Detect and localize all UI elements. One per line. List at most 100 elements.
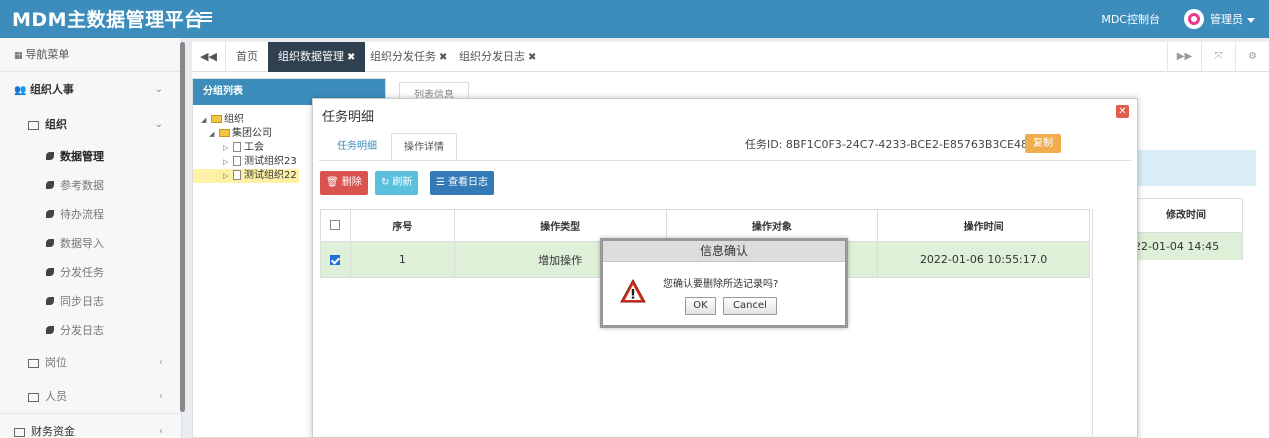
select-all-header [320,209,351,242]
sidebar-sub-org[interactable]: 组织 ⌄ [0,107,181,142]
folder-icon [28,392,39,402]
view-log-button[interactable]: ☰ 查看日志 [430,171,494,195]
refresh-icon: ↻ [381,177,390,188]
chevron-down-icon: ⌄ [154,119,163,130]
col-seq: 序号 [349,209,455,242]
ok-button[interactable]: OK [685,297,716,315]
sidebar-group-finance-label: 财务资金 [31,425,75,438]
grid-icon: ▦ [14,51,26,61]
user-menu[interactable]: 管理员 [1210,11,1255,27]
tree-node-label: 工会 [244,142,264,153]
tab-home-label: 首页 [236,50,258,63]
delete-label: 删除 [341,177,362,188]
folder-icon [211,115,222,123]
sidebar-group-org[interactable]: 👥 组织人事 ⌄ [0,72,181,107]
close-icon[interactable]: ✖ [347,52,355,63]
folder-icon [28,120,39,130]
tree-node-company[interactable]: ◢ 集团公司 [201,127,299,141]
close-icon[interactable]: ✖ [439,52,447,63]
users-icon: 👥 [14,85,30,96]
tab-org-dist-log[interactable]: 组织分发日志 ✖ [449,42,546,72]
tabs-scroll-right-icon[interactable]: ▶▶ [1167,42,1201,72]
fullscreen-icon[interactable]: ⤧ [1201,42,1235,72]
leaf-icon [46,268,54,276]
leaf-icon [46,210,54,218]
tab-label: 组织数据管理 [278,50,344,63]
tab-op-detail[interactable]: 操作详情 [391,133,457,161]
sidebar-item-label: 数据导入 [60,237,104,250]
info-bar [1132,150,1256,186]
sidebar-sub-people[interactable]: 人员 ‹ [0,380,181,413]
close-icon[interactable]: ✕ [1116,105,1129,118]
tab-bar: ◀◀ 首页 组织数据管理 ✖ 组织分发任务 ✖ 组织分发日志 ✖ ▶▶ ⤧ ⚙ [192,42,1269,72]
leaf-icon [46,326,54,334]
tree-node-c2[interactable]: ▷ 测试组织23 [201,155,299,169]
cancel-button[interactable]: Cancel [723,297,777,315]
tree-node-c1[interactable]: ▷ 工会 [201,141,299,155]
menu-toggle-icon[interactable] [200,12,212,24]
tree-node-label: 测试组织22 [244,170,297,181]
sidebar-item-dist-task[interactable]: 分发任务 [0,258,181,287]
sidebar-sub-position[interactable]: 岗位 ‹ [0,345,181,380]
app-title: MDM主数据管理平台 [12,9,204,31]
tab-divider [319,160,1131,161]
file-icon [233,170,241,180]
leaf-icon [46,152,54,160]
warning-icon [620,279,646,303]
leaf-icon [46,297,54,305]
copy-button[interactable]: 复制 [1025,134,1061,153]
caret-right-icon: ▷ [223,172,229,180]
cell-modified: 22-01-04 14:45 [1130,233,1242,260]
sidebar-item-label: 待办流程 [60,208,104,221]
select-all-checkbox[interactable] [330,220,341,230]
col-op-target: 操作对象 [665,209,879,242]
user-name: 管理员 [1210,13,1243,26]
refresh-button[interactable]: ↻ 刷新 [375,171,419,195]
table-scrollbar[interactable] [1092,209,1102,438]
sidebar-item-reference[interactable]: 参考数据 [0,171,181,200]
background-table: 修改时间 22-01-04 14:45 [1129,198,1243,260]
view-log-label: 查看日志 [447,177,488,188]
sidebar-item-dist-log[interactable]: 分发日志 [0,316,181,345]
caret-down-icon [1247,17,1255,23]
sidebar-item-sync-log[interactable]: 同步日志 [0,287,181,316]
mdc-console-link[interactable]: MDC控制台 [1101,11,1160,27]
confirm-dialog: 信息确认 您确认要删除所选记录吗? OK Cancel [600,238,848,328]
folder-icon [219,129,230,137]
tab-org-data[interactable]: 组织数据管理 ✖ [268,42,366,72]
confirm-title: 信息确认 [603,241,845,262]
modal-title: 任务明细 [322,110,375,125]
user-avatar-icon[interactable] [1184,9,1204,29]
row-checkbox[interactable] [330,255,341,265]
sidebar-scrollbar[interactable] [180,42,185,412]
cell-op-time: 2022-01-06 10:55:17.0 [877,241,1090,278]
tree-node-c3[interactable]: ▷ 测试组织22 [193,169,299,183]
tab-org-dist-task[interactable]: 组织分发任务 ✖ [360,42,457,72]
top-header: MDM主数据管理平台 MDC控制台 管理员 [0,0,1269,38]
tab-home[interactable]: 首页 [226,42,268,72]
caret-down-icon: ◢ [201,116,207,124]
nav-title: 导航菜单 [25,48,70,61]
tree-node-label: 集团公司 [232,128,272,139]
gear-icon[interactable]: ⚙ [1235,42,1269,72]
sidebar-item-todo[interactable]: 待办流程 [0,200,181,229]
close-icon[interactable]: ✖ [528,52,536,63]
sidebar-group-finance[interactable]: 财务资金 ‹ [0,413,181,438]
tree-node-root[interactable]: ◢ 组织 [201,113,299,127]
col-op-time: 操作时间 [877,209,1090,242]
chevron-left-icon: ‹ [159,357,163,368]
caret-right-icon: ▷ [223,144,229,152]
tabs-scroll-left-icon[interactable]: ◀◀ [192,42,226,72]
tree-node-label: 组织 [224,114,244,125]
chevron-left-icon: ‹ [159,391,163,402]
file-icon [233,142,241,152]
file-icon [233,156,241,166]
nav-header: ▦ 导航菜单 [0,38,181,72]
sidebar-item-import[interactable]: 数据导入 [0,229,181,258]
delete-button[interactable]: 🗑 删除 [320,171,368,195]
tab-task-detail[interactable]: 任务明细 [325,133,389,161]
sidebar-item-label: 分发日志 [60,324,104,337]
tab-label: 组织分发日志 [459,50,525,63]
sidebar-item-label: 分发任务 [60,266,104,279]
sidebar-item-data-manage[interactable]: 数据管理 [0,142,181,171]
